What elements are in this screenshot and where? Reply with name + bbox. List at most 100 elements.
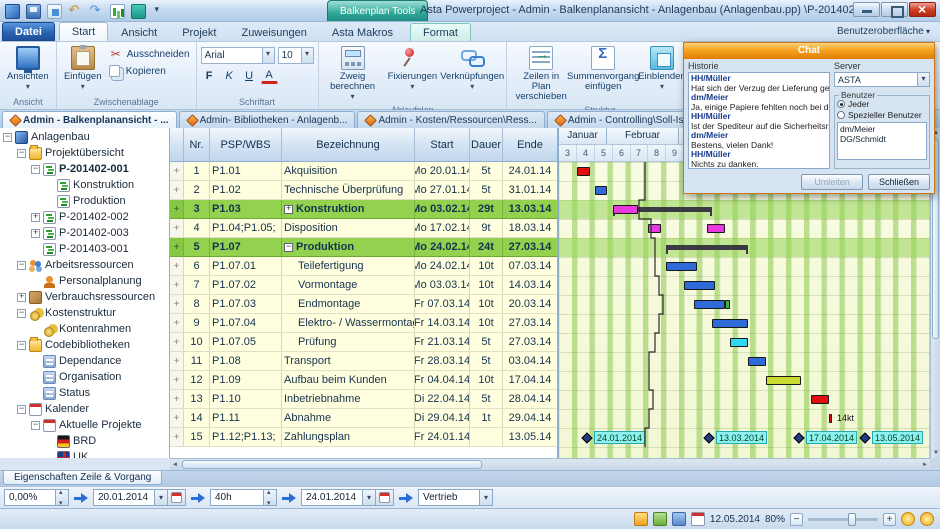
qat-redo-button[interactable]: [87, 2, 105, 20]
cell-nr[interactable]: 11: [184, 352, 210, 370]
tree-item-p-201402-001[interactable]: P-201402-001: [0, 161, 169, 177]
button-summenvorgang-einfügen[interactable]: Summenvorgang einfügen: [573, 44, 633, 94]
start-date-dropdown[interactable]: [154, 490, 167, 505]
cell-wbs[interactable]: P1.10: [210, 390, 282, 408]
cell-bezeichnung[interactable]: Inbetriebnahme: [282, 390, 415, 408]
button-zeilen-in-plan-verschieben[interactable]: Zeilen in Plan verschieben: [511, 44, 571, 104]
close-button[interactable]: [909, 2, 936, 17]
milestone-diamond-icon[interactable]: [793, 432, 804, 443]
tree-item-uk[interactable]: UK: [0, 449, 169, 458]
cell-wbs[interactable]: P1.04;P1.05;: [210, 219, 282, 237]
cell-dauer[interactable]: 5t: [470, 162, 503, 180]
cell-ende[interactable]: 24.01.14: [503, 162, 557, 180]
cell-ende[interactable]: 13.03.14: [503, 200, 557, 218]
gantt-bar-disposition[interactable]: [648, 224, 661, 233]
format-color-button[interactable]: A: [261, 68, 278, 84]
cell-ende[interactable]: 13.05.14: [503, 428, 557, 446]
apply-arrow-icon[interactable]: [399, 492, 413, 504]
task-row-1[interactable]: 1P1.01AkquisitionMo 20.01.145t24.01.14: [170, 162, 557, 181]
font-size-combo[interactable]: 10: [278, 47, 314, 64]
column-header-ende[interactable]: Ende: [503, 128, 557, 161]
gantt-bar-akquisition[interactable]: [577, 167, 590, 176]
qat-export-button[interactable]: [45, 2, 63, 20]
ribbon-tab-format[interactable]: Format: [410, 23, 471, 41]
cell-start[interactable]: Fr 14.03.14: [415, 314, 470, 332]
ribbon-tab-start[interactable]: Start: [59, 22, 108, 41]
row-insert-cell[interactable]: [170, 276, 184, 294]
milestone-diamond-icon[interactable]: [703, 432, 714, 443]
row-insert-cell[interactable]: [170, 200, 184, 218]
cell-wbs[interactable]: P1.07: [210, 238, 282, 256]
tree-item-projektübersicht[interactable]: Projektübersicht: [0, 145, 169, 161]
duration-hours-field[interactable]: 40h: [210, 489, 277, 506]
button-verknüpfungen[interactable]: Verknüpfungen: [442, 44, 502, 94]
column-header-wbs[interactable]: PSP/WBS: [210, 128, 282, 161]
gantt-bar-transport[interactable]: [748, 357, 766, 366]
minimize-button[interactable]: [853, 2, 880, 17]
ribbon-tab-asta-makros[interactable]: Asta Makros: [320, 24, 405, 41]
tree-expander-minus-icon[interactable]: [17, 309, 26, 318]
task-row-6[interactable]: 6P1.07.01TeilefertigungMo 24.02.1410t07.…: [170, 257, 557, 276]
end-date-value[interactable]: 24.01.2014: [302, 490, 362, 505]
button-ausschneiden[interactable]: Ausschneiden: [107, 47, 192, 62]
hours-spinner[interactable]: [263, 490, 276, 505]
tree-expander-minus-icon[interactable]: [31, 165, 40, 174]
cell-bezeichnung[interactable]: Disposition: [282, 219, 415, 237]
department-combo[interactable]: Vertrieb: [418, 489, 493, 506]
gantt-bar-vormontage[interactable]: [684, 281, 715, 290]
qat-chart-button[interactable]: [108, 2, 126, 20]
row-insert-cell[interactable]: [170, 162, 184, 180]
cell-wbs[interactable]: P1.07.02: [210, 276, 282, 294]
horizontal-scroll-thumb[interactable]: [182, 460, 482, 469]
window-arrange-icon[interactable]: [672, 512, 686, 526]
cell-dauer[interactable]: 10t: [470, 371, 503, 389]
cell-start[interactable]: Mo 27.01.14: [415, 181, 470, 199]
gantt-bar-produktion[interactable]: [666, 245, 748, 250]
tree-item-status[interactable]: Status: [0, 385, 169, 401]
cell-bezeichnung[interactable]: Akquisition: [282, 162, 415, 180]
qat-save-button[interactable]: [24, 2, 42, 20]
user-list-item[interactable]: dm/Meier: [840, 124, 924, 134]
cell-start[interactable]: Mo 24.02.14: [415, 257, 470, 275]
summary-toggle-plus-icon[interactable]: [284, 205, 293, 214]
row-insert-cell[interactable]: [170, 181, 184, 199]
start-date-value[interactable]: 20.01.2014: [94, 490, 154, 505]
format-bold-button[interactable]: F: [201, 68, 218, 84]
cell-nr[interactable]: 14: [184, 409, 210, 427]
tree-expander-minus-icon[interactable]: [3, 133, 12, 142]
highlight-icon[interactable]: [920, 512, 934, 526]
task-row-4[interactable]: 4P1.04;P1.05;DispositionMo 17.02.149t18.…: [170, 219, 557, 238]
row-insert-cell[interactable]: [170, 257, 184, 275]
button-ansichten[interactable]: Ansichten: [4, 44, 52, 94]
start-date-calendar-button[interactable]: [167, 490, 185, 505]
cell-wbs[interactable]: P1.12;P1.13;: [210, 428, 282, 446]
cell-wbs[interactable]: P1.07.01: [210, 257, 282, 275]
tree-expander-minus-icon[interactable]: [17, 405, 26, 414]
cell-start[interactable]: Mo 03.03.14: [415, 276, 470, 294]
cell-bezeichnung[interactable]: Transport: [282, 352, 415, 370]
row-insert-cell[interactable]: [170, 409, 184, 427]
doc-tab-admin-bibliotheken-anlagenb[interactable]: Admin- Bibliotheken - Anlagenb...: [179, 111, 356, 128]
apply-arrow-icon[interactable]: [191, 492, 205, 504]
tree-expander-minus-icon[interactable]: [17, 341, 26, 350]
row-insert-cell[interactable]: [170, 352, 184, 370]
zoom-fit-icon[interactable]: [901, 512, 915, 526]
cell-ende[interactable]: 28.04.14: [503, 390, 557, 408]
cell-bezeichnung[interactable]: Prüfung: [282, 333, 415, 351]
scroll-down-arrow[interactable]: [931, 448, 940, 458]
tree-item-dependance[interactable]: Dependance: [0, 353, 169, 369]
chat-history[interactable]: HH/MüllerHat sich der Verzug der Lieferu…: [688, 72, 830, 169]
tree-item-p-201402-003[interactable]: P-201402-003: [0, 225, 169, 241]
tree-item-kalender[interactable]: Kalender: [0, 401, 169, 417]
radio-spezieller-benutzer[interactable]: Spezieller Benutzer: [837, 110, 927, 120]
properties-tab[interactable]: Eigenschaften Zeile & Vorgang: [3, 471, 162, 485]
maximize-button[interactable]: [881, 2, 908, 17]
tree-item-konstruktion[interactable]: Konstruktion: [0, 177, 169, 193]
tree-expander-minus-icon[interactable]: [31, 421, 40, 430]
gantt-bar-abnahme[interactable]: [829, 414, 832, 423]
task-row-15[interactable]: 15P1.12;P1.13;ZahlungsplanFr 24.01.1413.…: [170, 428, 557, 447]
task-row-9[interactable]: 9P1.07.04Elektro- / WassermontageFr 14.0…: [170, 314, 557, 333]
cell-bezeichnung[interactable]: Endmontage: [282, 295, 415, 313]
server-dropdown[interactable]: [917, 73, 929, 86]
cell-start[interactable]: Fr 28.03.14: [415, 352, 470, 370]
